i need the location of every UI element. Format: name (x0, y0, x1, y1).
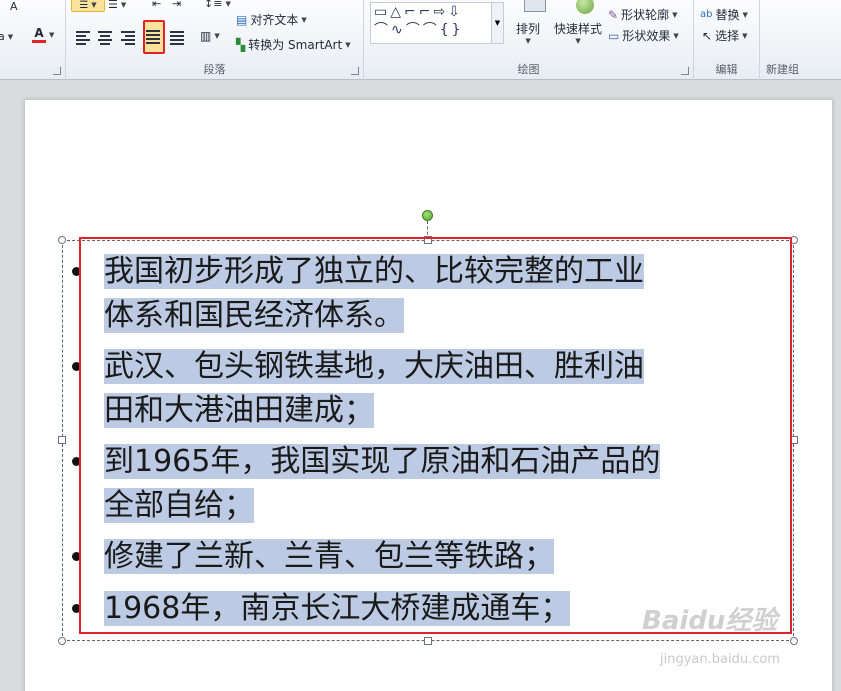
replace-label: 替换 (715, 8, 740, 22)
shapes-gallery-row1: ▭△⌐⌐⇨⇩ (374, 4, 463, 20)
gallery-scroll-icon[interactable]: ▼ (491, 3, 503, 43)
shape-effects-button[interactable]: ▭ 形状效果 ▼ (608, 27, 679, 44)
font-group: A a ▼ A ▼ (0, 0, 66, 80)
font-size-button[interactable]: A (10, 0, 18, 13)
chevron-down-icon: ▼ (672, 10, 678, 19)
arrange-button[interactable]: 排列 ▼ (516, 20, 540, 45)
shapes-gallery-row2: ⌒∿⌒⌒{} (374, 22, 464, 38)
shape-effects-icon: ▭ (608, 28, 620, 43)
editing-group: ab 替换 ▼ ↖ 选择 ▼ 编辑 (694, 0, 760, 80)
chevron-down-icon: ▼ (7, 32, 14, 41)
smartart-icon: ▚ (236, 37, 246, 52)
chevron-down-icon: ▼ (742, 10, 748, 19)
watermark-brand: Baidu经验 (642, 606, 778, 636)
line-spacing-button[interactable]: ↕≡ ▼ (204, 0, 231, 10)
distributed-icon[interactable] (170, 30, 185, 45)
cursor-icon: ↖ (702, 28, 713, 43)
chevron-down-icon: ▼ (301, 15, 307, 24)
align-text-label: 对齐文本 (250, 13, 299, 27)
quick-styles-label: 快速样式 (554, 22, 603, 36)
font-dropdown[interactable]: a ▼ (0, 30, 13, 43)
decrease-indent-button[interactable]: ⇤ (152, 0, 161, 10)
paragraph-group-label: 段落 (203, 63, 226, 76)
chevron-down-icon: ▼ (742, 31, 748, 40)
justify-icon (146, 29, 161, 44)
justify-button[interactable] (143, 20, 165, 54)
ribbon: A a ▼ A ▼ ☰ ▼ ☰ ▼ ⇤ ⇥ ↕≡ ▼ ▥ ▼ ▤ 对齐文本 ▼ … (0, 0, 841, 80)
drawing-group-label: 绘图 (517, 63, 540, 76)
numbering-button[interactable]: ☰ ▼ (108, 0, 126, 11)
drawing-dialog-launcher-icon[interactable] (681, 67, 689, 75)
shape-outline-label: 形状轮廓 (621, 8, 670, 22)
chevron-down-icon: ▼ (673, 31, 679, 40)
replace-button[interactable]: ab 替换 ▼ (700, 6, 748, 23)
quick-styles-button[interactable]: 快速样式 ▼ (554, 20, 602, 45)
chevron-down-icon: ▼ (345, 40, 351, 49)
chevron-down-icon: ▼ (214, 32, 220, 40)
paragraph-dialog-launcher-icon[interactable] (351, 67, 359, 75)
resize-handle-bottom-left[interactable] (58, 637, 66, 645)
convert-smartart-label: 转换为 SmartArt (248, 38, 343, 52)
chevron-down-icon: ▼ (225, 0, 231, 8)
decrease-indent-icon: ⇤ (152, 0, 162, 10)
resize-handle-left[interactable] (58, 436, 66, 444)
increase-indent-icon: ⇥ (172, 0, 182, 10)
arrange-icon (524, 0, 546, 12)
shape-effects-label: 形状效果 (622, 29, 671, 43)
highlight-frame (79, 237, 792, 634)
align-text-button[interactable]: ▤ 对齐文本 ▼ (236, 11, 307, 28)
watermark-url: jingyan.baidu.com (660, 652, 780, 667)
shape-outline-icon: ✎ (608, 7, 619, 22)
columns-icon: ▥ (200, 29, 212, 43)
convert-smartart-button[interactable]: ▚ 转换为 SmartArt ▼ (236, 36, 351, 53)
chevron-down-icon: ▼ (575, 37, 581, 45)
font-color-button[interactable]: A ▼ (32, 26, 54, 43)
editing-group-label: 编辑 (715, 63, 738, 76)
chevron-down-icon: ▼ (525, 37, 531, 45)
shape-outline-button[interactable]: ✎ 形状轮廓 ▼ (608, 6, 677, 23)
columns-button[interactable]: ▥ ▼ (200, 29, 220, 43)
bullets-button[interactable]: ☰ ▼ (71, 0, 105, 12)
shapes-gallery[interactable]: ▭△⌐⌐⇨⇩ ⌒∿⌒⌒{} ▼ (370, 2, 504, 44)
chevron-down-icon: ▼ (91, 1, 97, 9)
replace-icon: ab (700, 9, 713, 20)
drawing-group: ▭△⌐⌐⇨⇩ ⌒∿⌒⌒{} ▼ 排列 ▼ 快速样式 ▼ ✎ 形状轮廓 ▼ ▭ 形… (364, 0, 694, 80)
resize-handle-bottom-right[interactable] (790, 637, 798, 645)
chevron-down-icon: ▼ (49, 30, 55, 39)
arrange-label: 排列 (516, 22, 541, 36)
select-button[interactable]: ↖ 选择 ▼ (702, 27, 747, 44)
font-dialog-launcher-icon[interactable] (53, 67, 61, 75)
quick-styles-icon (576, 0, 594, 14)
font-size-label: A (10, 0, 18, 13)
numbering-icon: ☰ (108, 0, 118, 11)
resize-handle-bottom[interactable] (424, 637, 432, 645)
increase-indent-button[interactable]: ⇥ (172, 0, 181, 10)
align-right-icon[interactable] (121, 30, 136, 45)
paragraph-group: ☰ ▼ ☰ ▼ ⇤ ⇥ ↕≡ ▼ ▥ ▼ ▤ 对齐文本 ▼ ▚ 转换为 Smar… (66, 0, 364, 80)
select-label: 选择 (715, 29, 740, 43)
resize-handle-top-left[interactable] (58, 236, 66, 244)
chevron-down-icon: ▼ (120, 0, 127, 9)
line-spacing-icon: ↕≡ (204, 0, 223, 10)
align-center-icon[interactable] (98, 30, 113, 45)
align-left-icon[interactable] (76, 30, 91, 45)
font-label: a (0, 30, 5, 43)
new-group: 新建组 (760, 0, 841, 80)
rotate-handle[interactable] (422, 210, 433, 221)
font-color-icon: A (32, 26, 46, 43)
new-group-label: 新建组 (766, 63, 799, 76)
bullets-icon: ☰ (79, 0, 89, 11)
align-text-icon: ▤ (236, 12, 248, 27)
